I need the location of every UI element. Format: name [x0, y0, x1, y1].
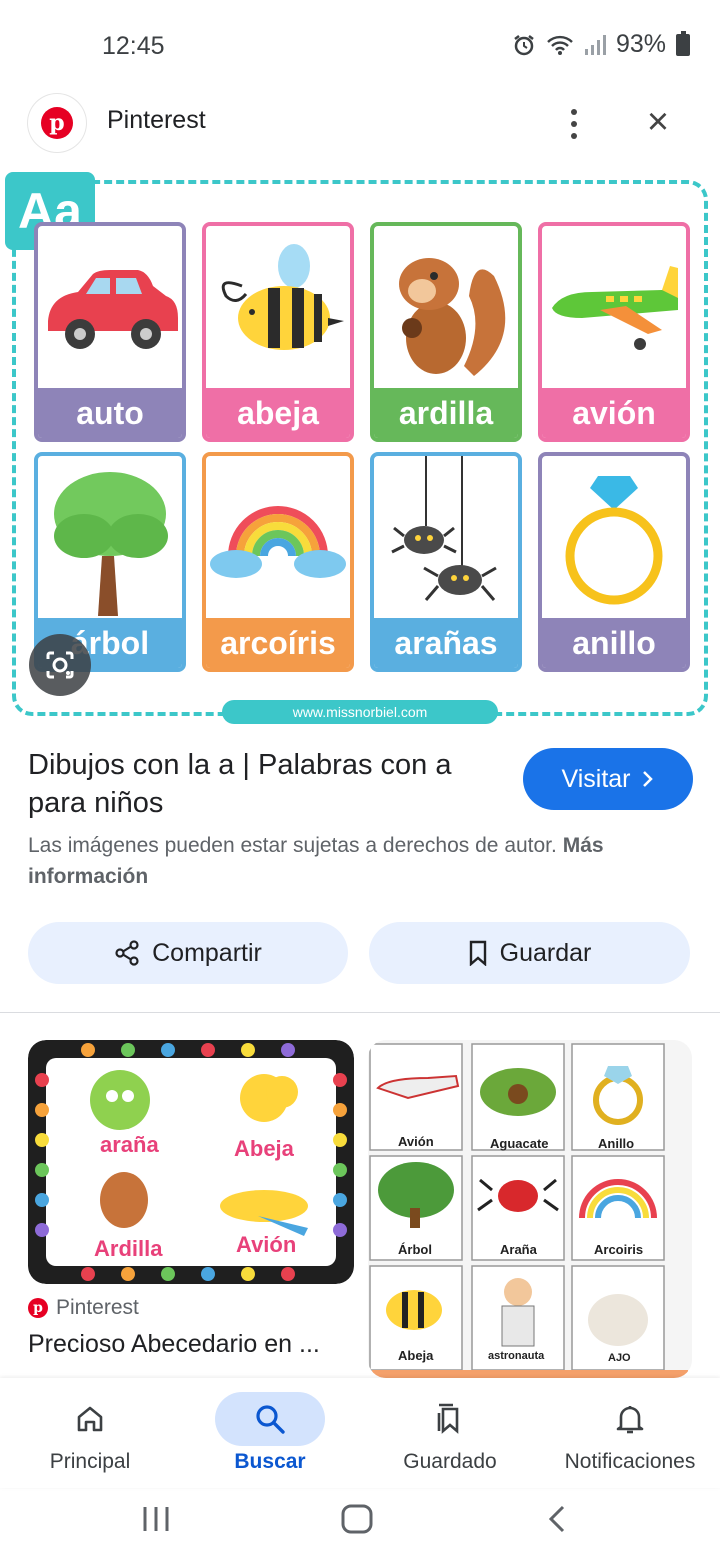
app-header: p Pinterest ×: [0, 92, 720, 154]
card-label: avión: [542, 388, 686, 438]
status-time: 12:45: [102, 32, 165, 60]
airplane-icon: [552, 266, 678, 350]
bookmark-icon: [469, 940, 486, 966]
home-icon: [35, 1392, 145, 1446]
back-icon[interactable]: [545, 1504, 569, 1534]
wifi-icon: [547, 35, 573, 55]
home-button-icon[interactable]: [340, 1503, 374, 1535]
more-options-icon[interactable]: [560, 104, 588, 144]
bookmarks-icon: [395, 1392, 505, 1446]
recent-apps-icon[interactable]: [140, 1504, 172, 1534]
related-result-image-2[interactable]: Avión Aguacate Anillo Árbol Araña Arcoir…: [368, 1040, 692, 1378]
card-label: ardilla: [374, 388, 518, 438]
result2-word-5: Araña: [500, 1242, 537, 1257]
related-result-image-1[interactable]: araña Abeja Ardilla Avión: [28, 1040, 354, 1284]
result2-word-8: astronauta: [488, 1350, 545, 1362]
close-icon[interactable]: ×: [640, 103, 676, 141]
nav-label: Guardado: [403, 1450, 497, 1473]
chevron-right-icon: [642, 771, 653, 787]
pinterest-small-icon: p: [28, 1298, 48, 1318]
copyright-text: Las imágenes pueden estar sujetas a dere…: [28, 834, 557, 857]
card-avion: avión: [538, 222, 690, 442]
result2-word-7: Abeja: [398, 1348, 434, 1363]
result1-word-1: araña: [100, 1132, 159, 1157]
card-label: abeja: [206, 388, 350, 438]
card-aranas: arañas: [370, 452, 522, 672]
result2-word-3: Anillo: [598, 1136, 635, 1151]
visit-label: Visitar: [561, 764, 631, 793]
nav-label: Principal: [49, 1450, 131, 1473]
lens-icon: [46, 651, 74, 679]
word-grid-thumbnail: [368, 1040, 692, 1378]
pinterest-logo-icon: p: [28, 94, 86, 152]
nav-buscar[interactable]: Buscar: [180, 1378, 360, 1488]
logo-letter: p: [41, 107, 73, 139]
squirrel-icon: [399, 258, 506, 376]
result1-word-4: Avión: [236, 1232, 297, 1257]
result1-source-name: Pinterest: [56, 1296, 139, 1319]
share-icon: [115, 940, 139, 966]
bee-icon: [221, 244, 344, 350]
hero-image[interactable]: Aa auto abeja ardilla avión árbol arcoír…: [0, 168, 720, 728]
status-bar: 12:45 93%: [0, 0, 720, 92]
signal-icon: [584, 34, 606, 55]
alarm-icon: [514, 34, 534, 55]
card-label: arañas: [374, 618, 518, 668]
result2-word-9: AJO: [608, 1352, 631, 1364]
battery-percent: 93%: [615, 30, 666, 58]
result1-word-3: Ardilla: [94, 1236, 163, 1261]
result1-title[interactable]: Precioso Abecedario en ...: [28, 1330, 358, 1359]
abecedario-thumbnail: [28, 1040, 354, 1284]
nav-notificaciones[interactable]: Notificaciones: [540, 1378, 720, 1488]
google-lens-button[interactable]: [29, 634, 91, 696]
card-label: anillo: [542, 618, 686, 668]
card-arcoiris: arcoíris: [202, 452, 354, 672]
search-icon: [215, 1392, 325, 1446]
bottom-navigation: Principal Buscar Guardado Notificaciones: [0, 1378, 720, 1488]
card-ardilla: ardilla: [370, 222, 522, 442]
result1-source: p Pinterest: [28, 1296, 139, 1320]
car-icon: [48, 270, 178, 349]
nav-principal[interactable]: Principal: [0, 1378, 180, 1488]
battery-icon: [676, 30, 690, 56]
result2-word-2: Aguacate: [490, 1136, 549, 1151]
share-label: Compartir: [152, 938, 262, 967]
result2-word-4: Árbol: [398, 1242, 432, 1257]
card-abeja: abeja: [202, 222, 354, 442]
card-anillo: anillo: [538, 452, 690, 672]
result2-word-1: Avión: [398, 1134, 434, 1149]
status-icons: 93%: [512, 30, 690, 59]
nav-guardado[interactable]: Guardado: [360, 1378, 540, 1488]
divider: [0, 1012, 720, 1013]
ring-icon: [565, 476, 663, 605]
pin-title: Dibujos con la a | Palabras con a para n…: [28, 749, 452, 819]
card-auto: auto: [34, 222, 186, 442]
bell-icon: [575, 1392, 685, 1446]
card-label: arcoíris: [206, 618, 350, 668]
source-title: Pinterest: [107, 106, 206, 134]
rainbow-icon: [210, 506, 346, 578]
spiders-icon: [391, 456, 497, 601]
nav-label: Buscar: [234, 1450, 306, 1473]
share-button[interactable]: Compartir: [28, 922, 348, 984]
result2-word-6: Arcoiris: [594, 1242, 644, 1257]
website-pill: www.missnorbiel.com: [222, 700, 498, 724]
save-button[interactable]: Guardar: [369, 922, 690, 984]
card-label: auto: [38, 388, 182, 438]
system-nav-bar: [0, 1488, 720, 1560]
tree-icon: [54, 472, 168, 616]
result1-word-2: Abeja: [234, 1136, 294, 1161]
save-label: Guardar: [499, 938, 592, 967]
visit-button[interactable]: Visitar: [523, 748, 693, 810]
copyright-notice: Las imágenes pueden estar sujetas a dere…: [28, 830, 688, 892]
nav-label: Notificaciones: [564, 1450, 696, 1473]
